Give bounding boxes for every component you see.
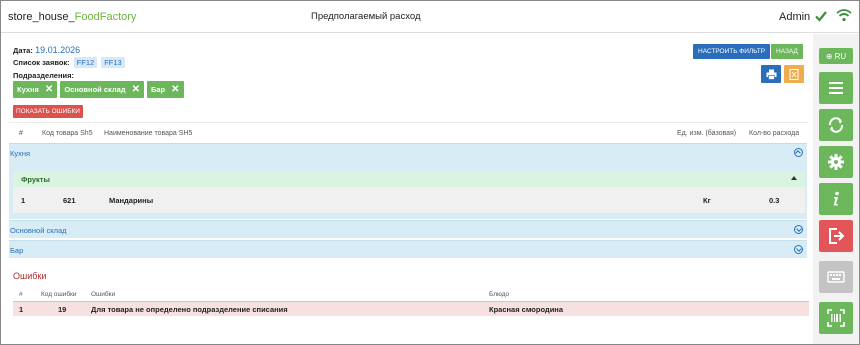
info-button[interactable] (819, 183, 853, 215)
barcode-scan-button[interactable] (819, 302, 853, 334)
top-bar: store_house_FoodFactory Предполагаемый р… (1, 1, 859, 33)
settings-button[interactable] (819, 146, 853, 178)
division-chip: Основной склад ✕ (60, 81, 144, 98)
caret-up-icon[interactable] (791, 176, 797, 180)
file-excel-icon (789, 68, 799, 80)
requests-row: Список заявок: FF12 FF13 (13, 57, 125, 68)
brand-logo: store_house_FoodFactory (8, 11, 137, 23)
divisions-label: Подразделения: (13, 71, 74, 80)
main-panel: Дата: 19.01.2026 Список заявок: FF12 FF1… (9, 35, 809, 343)
logout-button[interactable] (819, 220, 853, 252)
division-chip: Кухня ✕ (13, 81, 58, 98)
date-value: 19.01.2026 (35, 45, 81, 55)
group-row-main-warehouse[interactable]: Основной склад (9, 220, 807, 238)
refresh-button[interactable] (819, 109, 853, 141)
show-errors-button[interactable]: ПОКАЗАТЬ ОШИБКИ (13, 105, 83, 118)
gear-icon (828, 154, 844, 170)
chevron-down-circle-icon[interactable] (794, 225, 803, 234)
globe-icon: ⊕ (825, 51, 833, 61)
errors-table-header: # Код ошибки Ошибки Блюдо (19, 291, 510, 298)
back-button[interactable]: НАЗАД (771, 44, 803, 59)
info-icon (833, 191, 839, 206)
print-button[interactable] (761, 65, 781, 83)
right-sidebar: ⊕ RU (813, 34, 859, 344)
language-button[interactable]: ⊕ RU (819, 48, 853, 64)
error-row: 1 19 Для товара не определено подразделе… (13, 301, 809, 316)
group-row-bar[interactable]: Бар (9, 240, 807, 258)
wifi-icon (836, 9, 852, 22)
user-name[interactable]: Admin (779, 11, 810, 23)
request-chip[interactable]: FF12 (73, 57, 98, 68)
date-row: Дата: 19.01.2026 (13, 45, 81, 55)
chevron-up-circle-icon[interactable] (794, 148, 803, 157)
keyboard-button[interactable] (819, 261, 853, 293)
check-icon (815, 11, 827, 22)
close-icon[interactable]: ✕ (45, 84, 53, 95)
request-chip[interactable]: FF13 (101, 57, 125, 68)
table-header: # Код товара Sh5 Наименование товара SH5… (19, 130, 800, 137)
division-chip: Бар ✕ (146, 81, 184, 98)
refresh-icon (828, 117, 844, 133)
logout-icon (829, 228, 845, 244)
filter-panel: Дата: 19.01.2026 Список заявок: FF12 FF1… (9, 35, 809, 123)
export-button[interactable] (784, 65, 804, 83)
print-icon (766, 69, 776, 80)
keyboard-icon (827, 271, 845, 283)
table-row: 1 621 Мандарины Кг 0.3 (13, 187, 805, 213)
barcode-scan-icon (827, 309, 845, 327)
subgroup-row[interactable]: Фрукты (13, 171, 805, 187)
close-icon[interactable]: ✕ (171, 84, 179, 95)
group-row-kitchen[interactable]: Кухня (9, 143, 807, 161)
menu-icon (829, 82, 843, 94)
configure-filter-button[interactable]: НАСТРОИТЬ ФИЛЬТР (693, 44, 771, 59)
chevron-down-circle-icon[interactable] (794, 245, 803, 254)
close-icon[interactable]: ✕ (132, 84, 140, 95)
menu-button[interactable] (819, 72, 853, 104)
errors-title: Ошибки (13, 271, 47, 281)
page-title: Предполагаемый расход (311, 11, 421, 22)
division-chips: Кухня ✕ Основной склад ✕ Бар ✕ (13, 81, 184, 98)
group-body-kitchen: Фрукты 1 621 Мандарины Кг 0.3 (9, 161, 807, 219)
